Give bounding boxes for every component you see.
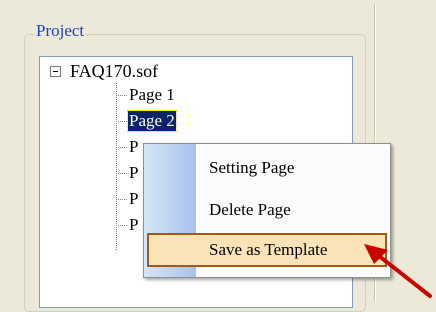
tree-item-page-1[interactable]: Page 1	[116, 84, 176, 106]
tree-root-node[interactable]: FAQ170.sof	[50, 60, 158, 82]
menu-item-delete-page[interactable]: Delete Page	[147, 192, 387, 228]
menu-item-label: Save as Template	[209, 240, 328, 259]
collapse-icon[interactable]	[50, 65, 61, 77]
tree-root-label: FAQ170.sof	[70, 60, 159, 81]
tree-item-page-3[interactable]: P	[116, 136, 139, 158]
context-menu: Setting Page Delete Page Save as Templat…	[143, 143, 391, 278]
tree-item-page-4[interactable]: P	[116, 162, 139, 184]
tree-item-label: P	[129, 137, 139, 156]
project-group-title: Project	[34, 21, 87, 41]
menu-item-save-as-template[interactable]: Save as Template	[147, 233, 387, 267]
menu-item-label: Delete Page	[209, 200, 291, 219]
tree-item-page-5[interactable]: P	[116, 188, 139, 210]
tree-item-label: Page 2	[127, 110, 177, 132]
tree-item-page-6[interactable]: P	[116, 214, 139, 236]
tree-item-label: P	[129, 163, 139, 182]
tree-item-label: P	[129, 215, 139, 234]
annotation-arrow-icon	[364, 244, 432, 298]
tree-item-label: P	[129, 189, 139, 208]
tree-item-page-2[interactable]: Page 2	[116, 110, 177, 132]
menu-item-label: Setting Page	[209, 158, 295, 177]
tree-item-label: Page 1	[129, 85, 175, 104]
menu-item-setting-page[interactable]: Setting Page	[147, 150, 387, 186]
